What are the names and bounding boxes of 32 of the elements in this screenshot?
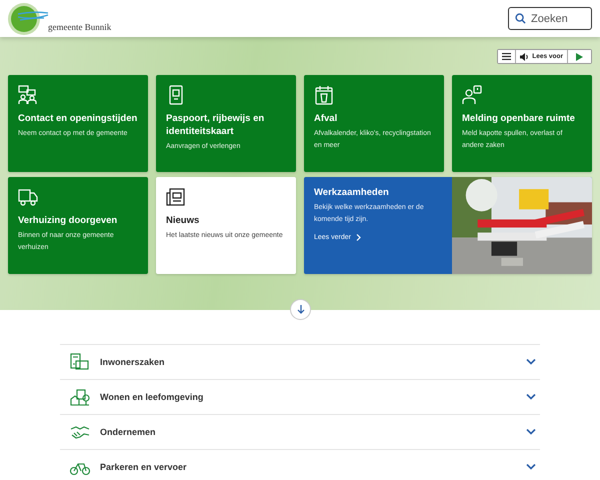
menu-button[interactable] bbox=[498, 50, 516, 63]
card-title: Paspoort, rijbewijs en identiteitskaart bbox=[166, 112, 266, 138]
topic-label: Inwonerszaken bbox=[100, 357, 166, 367]
card-title: Melding openbare ruimte bbox=[462, 112, 575, 125]
person-alert-icon bbox=[462, 85, 482, 105]
arrow-down-icon bbox=[296, 305, 304, 314]
card-title: Verhuizing doorgeven bbox=[18, 214, 118, 227]
logo-text: gemeente Bunnik bbox=[48, 22, 112, 32]
menu-icon bbox=[502, 53, 512, 60]
scroll-down-button[interactable] bbox=[290, 299, 311, 320]
id-cards-icon bbox=[70, 353, 90, 371]
card-title: Werkzaamheden bbox=[314, 186, 389, 199]
speaker-icon bbox=[520, 52, 530, 60]
newspaper-icon bbox=[166, 187, 186, 207]
search-icon bbox=[515, 13, 526, 24]
card-title: Contact en openingstijden bbox=[18, 112, 138, 125]
topic-label: Ondernemen bbox=[100, 427, 157, 437]
truck-icon bbox=[18, 187, 38, 207]
chevron-icon bbox=[356, 234, 361, 241]
topic-row[interactable]: Inwonerszaken bbox=[60, 345, 540, 380]
chat-people-icon bbox=[18, 85, 38, 105]
topic-row[interactable]: Parkeren en vervoer bbox=[60, 450, 540, 480]
card-title: Afval bbox=[314, 112, 338, 125]
topic-label: Parkeren en vervoer bbox=[100, 462, 188, 472]
topic-label: Wonen en leefomgeving bbox=[100, 392, 204, 402]
search-field[interactable]: Zoeken bbox=[508, 7, 592, 30]
topic-row[interactable]: Wonen en leefomgeving bbox=[60, 380, 540, 415]
card-title: Nieuws bbox=[166, 214, 200, 227]
houses-tree-icon bbox=[70, 388, 90, 406]
play-icon bbox=[576, 52, 583, 60]
calendar-bin-icon bbox=[314, 85, 334, 105]
topic-row[interactable]: Ondernemen bbox=[60, 415, 540, 450]
